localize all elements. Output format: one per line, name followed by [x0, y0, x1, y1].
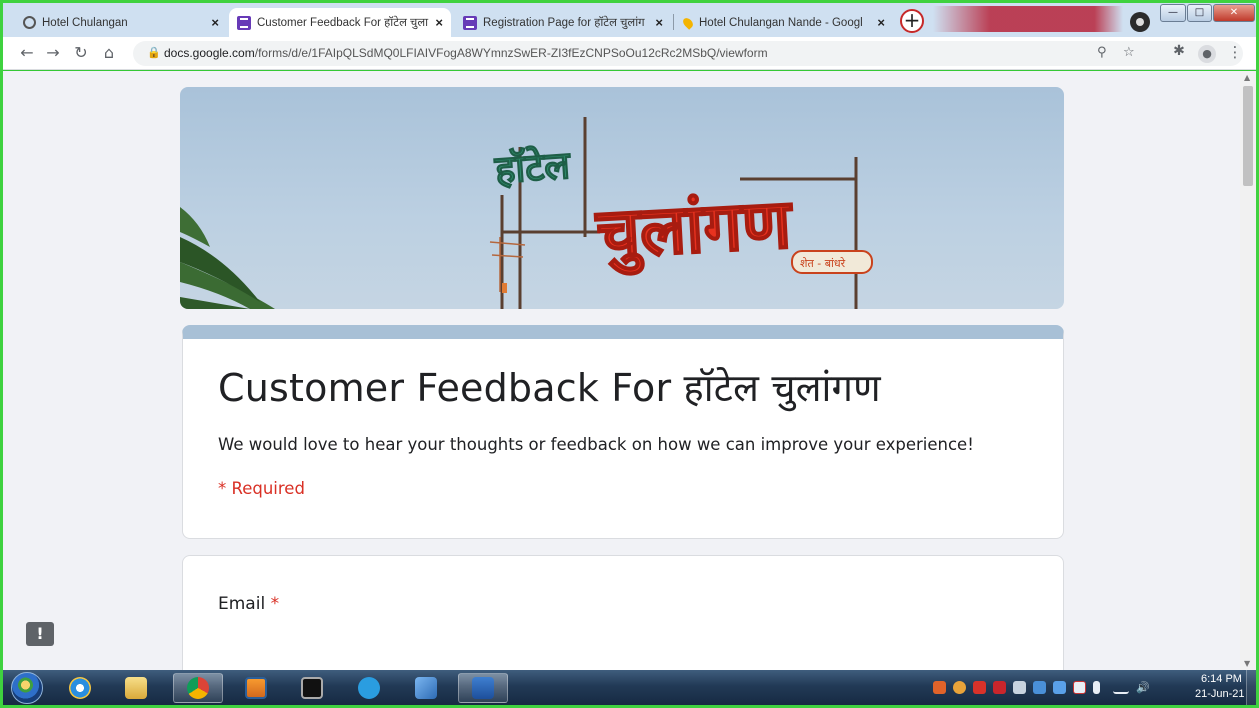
- battery-icon[interactable]: [1093, 681, 1100, 694]
- windows-taskbar: 🔊 6:14 PM 21-Jun-21: [3, 670, 1256, 705]
- kebab-menu-icon[interactable]: ⋮: [1225, 43, 1245, 61]
- profile-avatar-icon[interactable]: ●: [1198, 45, 1216, 63]
- question-text: Email: [218, 594, 266, 614]
- form-description: We would love to hear your thoughts or f…: [218, 435, 974, 454]
- tray-app-icon[interactable]: [993, 681, 1006, 694]
- scroll-up-arrow-icon[interactable]: ▲: [1244, 73, 1250, 82]
- sign-small-text: शेत - बांधरे: [800, 257, 846, 270]
- close-icon[interactable]: ×: [655, 15, 663, 30]
- tab-label: Customer Feedback For हॉटेल चुला: [257, 17, 429, 29]
- maximize-button[interactable]: □: [1187, 4, 1212, 22]
- close-icon[interactable]: ×: [877, 15, 885, 30]
- star-bookmark-icon[interactable]: ☆: [1123, 45, 1135, 60]
- word-icon[interactable]: [458, 673, 508, 703]
- form-header-image: हॉटेल चुलांगण शेत - बांधरे: [180, 87, 1064, 309]
- home-icon[interactable]: ⌂: [99, 43, 119, 62]
- back-arrow-icon[interactable]: ←: [17, 43, 37, 62]
- report-feedback-button[interactable]: !: [26, 622, 54, 646]
- clock-time[interactable]: 6:14 PM: [1201, 673, 1242, 685]
- tray-app-icon[interactable]: [953, 681, 966, 694]
- window-close-button[interactable]: ✕: [1213, 4, 1255, 22]
- google-forms-icon: [237, 15, 251, 30]
- page-viewport: हॉटेल चुलांगण शेत - बांधरे Customer Feed…: [3, 71, 1240, 670]
- email-question-card: Email *: [182, 555, 1064, 670]
- tray-app-icon[interactable]: [933, 681, 946, 694]
- tab-label: Hotel Chulangan: [42, 16, 128, 29]
- minimize-button[interactable]: —: [1160, 4, 1186, 22]
- palm-leaves: [180, 207, 275, 309]
- hotel-sign-illustration: हॉटेल चुलांगण शेत - बांधरे: [180, 117, 873, 309]
- url-path: /forms/d/e/1FAIpQLSdMQ0LFIAIVFogA8WYmnzS…: [254, 46, 768, 60]
- chrome-icon[interactable]: [173, 673, 223, 703]
- close-icon[interactable]: ×: [211, 15, 219, 30]
- media-player-icon[interactable]: [231, 673, 281, 703]
- tab-strip: Hotel Chulangan × Customer Feedback For …: [3, 3, 1256, 37]
- browser-toolbar: ← → ↻ ⌂ 🔒 docs.google.com/forms/d/e/1FAI…: [3, 37, 1256, 70]
- zoom-icon[interactable]: ⚲: [1097, 45, 1107, 60]
- network-icon[interactable]: [401, 673, 451, 703]
- globe-icon: [23, 16, 36, 29]
- scroll-down-arrow-icon[interactable]: ▼: [1244, 659, 1250, 668]
- extensions-puzzle-icon[interactable]: ✱: [1169, 43, 1189, 59]
- system-tray: 🔊 6:14 PM 21-Jun-21: [933, 670, 1253, 705]
- email-question-label: Email *: [218, 594, 279, 614]
- tab-registration-page[interactable]: Registration Page for हॉटेल चुलांग ×: [455, 8, 671, 37]
- close-icon[interactable]: ×: [435, 15, 443, 30]
- required-asterisk: *: [270, 594, 280, 614]
- tray-app-icon[interactable]: [1033, 681, 1046, 694]
- tray-app-icon[interactable]: [1053, 681, 1066, 694]
- reload-icon[interactable]: ↻: [71, 43, 91, 62]
- tab-label: Hotel Chulangan Nande - Googl: [699, 16, 863, 29]
- action-center-flag-icon[interactable]: [1073, 681, 1086, 694]
- cmd-icon[interactable]: [287, 673, 337, 703]
- page-scrollbar[interactable]: ▲ ▼: [1240, 71, 1256, 670]
- forward-arrow-icon[interactable]: →: [43, 43, 63, 62]
- url-host: docs.google.com: [164, 46, 255, 60]
- clock-date[interactable]: 21-Jun-21: [1195, 688, 1245, 700]
- start-button[interactable]: [11, 672, 43, 704]
- scrollbar-thumb[interactable]: [1243, 86, 1253, 186]
- form-title-card: Customer Feedback For हॉटेल चुलांगण We w…: [182, 325, 1064, 539]
- new-tab-button[interactable]: +: [900, 9, 924, 33]
- tray-app-icon[interactable]: [973, 681, 986, 694]
- tabstrip-background: [933, 6, 1123, 32]
- tray-app-icon[interactable]: [1013, 681, 1026, 694]
- internet-explorer-icon[interactable]: [55, 673, 105, 703]
- signal-icon[interactable]: [1113, 681, 1129, 694]
- tab-separator: [673, 14, 674, 30]
- show-desktop-button[interactable]: [1246, 670, 1256, 705]
- tab-hotel-chulangan[interactable]: Hotel Chulangan ×: [15, 8, 227, 37]
- google-maps-icon: [681, 15, 695, 30]
- address-bar[interactable]: 🔒 docs.google.com/forms/d/e/1FAIpQLSdMQ0…: [133, 41, 1243, 66]
- skype-icon[interactable]: [344, 673, 394, 703]
- lamp: [502, 283, 507, 293]
- lock-icon: 🔒: [147, 46, 161, 59]
- sign-main-text: चुलांगण: [593, 185, 796, 277]
- google-forms-icon: [463, 15, 477, 30]
- file-explorer-icon[interactable]: [111, 673, 161, 703]
- tab-label: Registration Page for हॉटेल चुलांग: [483, 17, 645, 29]
- volume-icon[interactable]: 🔊: [1136, 681, 1150, 694]
- form-title: Customer Feedback For हॉटेल चुलांगण: [218, 366, 881, 410]
- tab-customer-feedback[interactable]: Customer Feedback For हॉटेल चुला ×: [229, 8, 451, 37]
- required-note: * Required: [218, 479, 305, 498]
- sign-top-text: हॉटेल: [493, 143, 573, 192]
- url-text[interactable]: docs.google.com/forms/d/e/1FAIpQLSdMQ0LF…: [164, 46, 768, 60]
- chrome-profile-icon[interactable]: [1130, 12, 1150, 32]
- tab-hotel-maps[interactable]: Hotel Chulangan Nande - Googl ×: [675, 8, 893, 37]
